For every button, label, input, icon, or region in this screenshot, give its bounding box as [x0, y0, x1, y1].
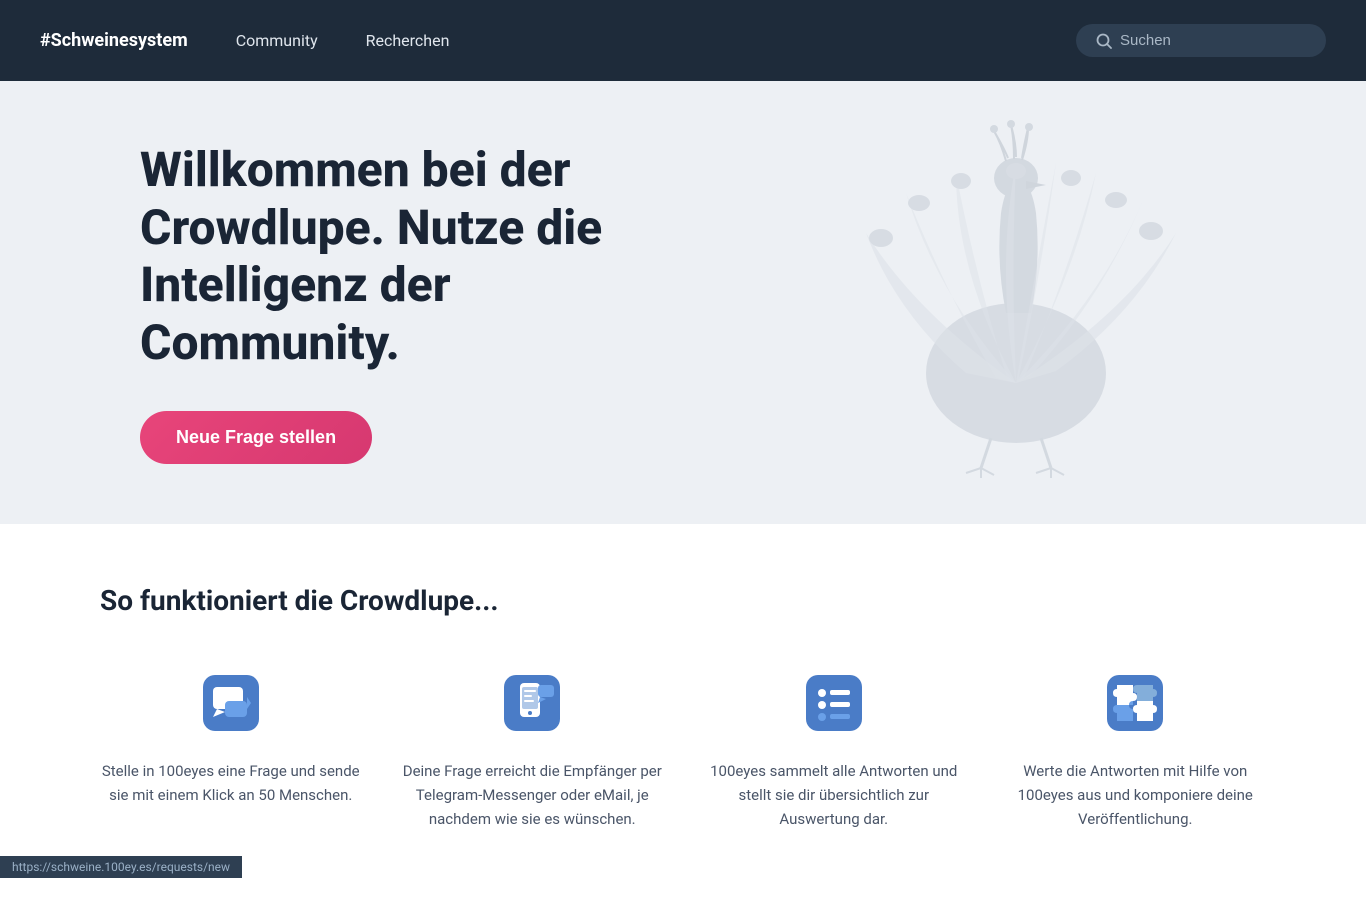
hero-content: Willkommen bei der Crowdlupe. Nutze die … — [0, 81, 720, 524]
how-step-1: Stelle in 100eyes eine Frage und sende s… — [100, 667, 362, 831]
navbar: #Schweinesystem Community Recherchen — [0, 0, 1366, 81]
puzzle-icon — [1099, 667, 1171, 739]
how-step-2-text: Deine Frage erreicht die Empfänger per T… — [402, 759, 664, 831]
peacock-illustration — [736, 113, 1296, 493]
new-question-button[interactable]: Neue Frage stellen — [140, 411, 372, 464]
how-step-4: Werte die Antworten mit Hilfe von 100eye… — [1005, 667, 1267, 831]
how-grid: Stelle in 100eyes eine Frage und sende s… — [100, 667, 1266, 831]
how-section: So funktioniert die Crowdlupe... Stelle … — [0, 524, 1366, 911]
hero-title: Willkommen bei der Crowdlupe. Nutze die … — [140, 141, 720, 371]
how-step-4-text: Werte die Antworten mit Hilfe von 100eye… — [1005, 759, 1267, 831]
nav-recherchen[interactable]: Recherchen — [366, 31, 450, 50]
hero-decoration — [666, 81, 1366, 524]
hero-section: Willkommen bei der Crowdlupe. Nutze die … — [0, 81, 1366, 524]
search-input[interactable] — [1120, 32, 1306, 49]
how-step-1-text: Stelle in 100eyes eine Frage und sende s… — [100, 759, 362, 807]
how-step-3: 100eyes sammelt alle Antworten und stell… — [703, 667, 965, 831]
how-step-3-text: 100eyes sammelt alle Antworten und stell… — [703, 759, 965, 831]
search-icon — [1096, 33, 1112, 49]
how-step-2: Deine Frage erreicht die Empfänger per T… — [402, 667, 664, 831]
brand-link[interactable]: #Schweinesystem — [40, 30, 188, 51]
list-icon — [798, 667, 870, 739]
navbar-left: #Schweinesystem Community Recherchen — [40, 30, 449, 51]
nav-community[interactable]: Community — [236, 31, 318, 50]
chat-icon — [195, 667, 267, 739]
mobile-message-icon — [496, 667, 568, 739]
search-box[interactable] — [1076, 24, 1326, 57]
statusbar-url: https://schweine.100ey.es/requests/new — [12, 860, 230, 874]
how-title: So funktioniert die Crowdlupe... — [100, 584, 1266, 617]
statusbar: https://schweine.100ey.es/requests/new — [0, 856, 242, 878]
